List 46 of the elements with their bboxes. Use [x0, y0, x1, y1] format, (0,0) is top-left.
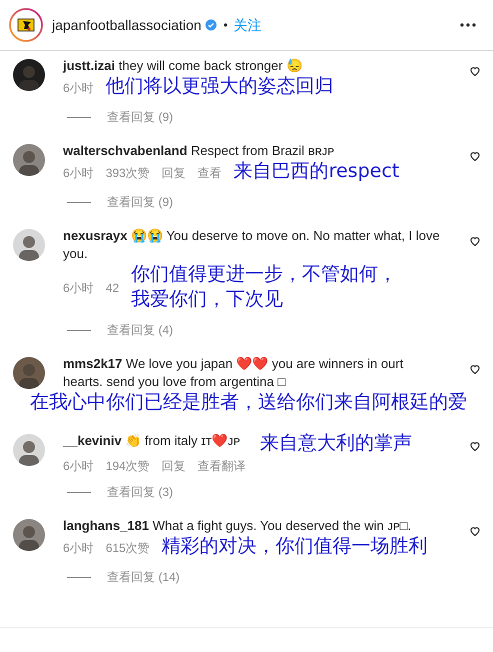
comment-meta: 6小时	[63, 164, 94, 182]
verified-badge-icon	[205, 19, 218, 31]
separator-dot: •	[223, 17, 228, 34]
view-replies-button[interactable]: 查看回复 (4)	[107, 321, 173, 339]
heart-icon[interactable]	[469, 440, 481, 452]
translation-annotation: 来自意大利的掌声	[260, 432, 412, 454]
view-replies-button[interactable]: 查看回复 (14)	[107, 568, 180, 586]
avatar[interactable]	[13, 59, 45, 91]
translation-annotation: 他们将以更强大的姿态回归	[106, 75, 334, 97]
comment-meta: 6小时	[63, 280, 94, 297]
comment-meta[interactable]: 回复	[162, 164, 186, 182]
translation-annotation: 在我心中你们已经是胜者，送给你们来自阿根廷的爱	[30, 391, 467, 413]
follow-link[interactable]: 关注	[234, 14, 262, 36]
avatar[interactable]	[13, 144, 45, 176]
heart-icon[interactable]	[469, 150, 481, 162]
avatar[interactable]	[13, 357, 45, 389]
view-replies-button[interactable]: 查看回复 (9)	[107, 193, 173, 211]
comment-meta: 615次赞	[106, 540, 150, 556]
comment-text: nexusrayx 😭😭 You deserve to move on. No matter what, I love you.	[63, 227, 441, 263]
comment-text: mms2k17 We love you japan ❤❤ you are winners in ourt hearts. send you love from argentina □	[63, 355, 404, 391]
comment-meta: 6小时	[63, 80, 94, 96]
heart-icon[interactable]	[469, 65, 481, 77]
comment-text: __keviniv 👏 from italy ɪᴛ❤ᴊᴘ	[63, 432, 241, 450]
translation-annotation: 你们值得更进一步，不管如何，我爱你们，下次见	[131, 263, 398, 310]
heart-icon[interactable]	[469, 235, 481, 247]
view-replies-button[interactable]: 查看回复 (3)	[107, 483, 173, 501]
comment-meta: 42	[106, 280, 120, 297]
heart-icon[interactable]	[469, 525, 481, 537]
comment-meta: 6小时	[63, 458, 94, 475]
comment-text: justt.izai they will come back stronger 😓	[63, 57, 304, 75]
comment-meta[interactable]: 查看	[198, 164, 222, 182]
account-logo[interactable]	[9, 8, 43, 42]
avatar[interactable]	[13, 519, 45, 551]
comment-text: walterschvabenland Respect from Brazil ʙʀᴊᴘ	[63, 142, 336, 160]
comment-meta[interactable]: 查看翻译	[198, 457, 246, 475]
comment-text: langhans_181 What a fight guys. You deserved the win ᴊᴘ□.	[63, 517, 412, 535]
comment-meta: 194次赞	[106, 458, 150, 475]
heart-icon[interactable]	[469, 363, 481, 375]
view-replies-button[interactable]: 查看回复 (9)	[107, 108, 173, 126]
comment-meta: 6小时	[63, 540, 94, 556]
more-icon[interactable]	[460, 23, 476, 27]
account-name[interactable]: japanfootballassociation	[52, 14, 202, 36]
comment-meta[interactable]: 回复	[162, 457, 186, 475]
comment-meta: 393次赞	[106, 164, 150, 182]
translation-annotation: 精彩的对决，你们值得一场胜利	[162, 535, 428, 557]
translation-annotation: 来自巴西的respect	[234, 160, 400, 182]
